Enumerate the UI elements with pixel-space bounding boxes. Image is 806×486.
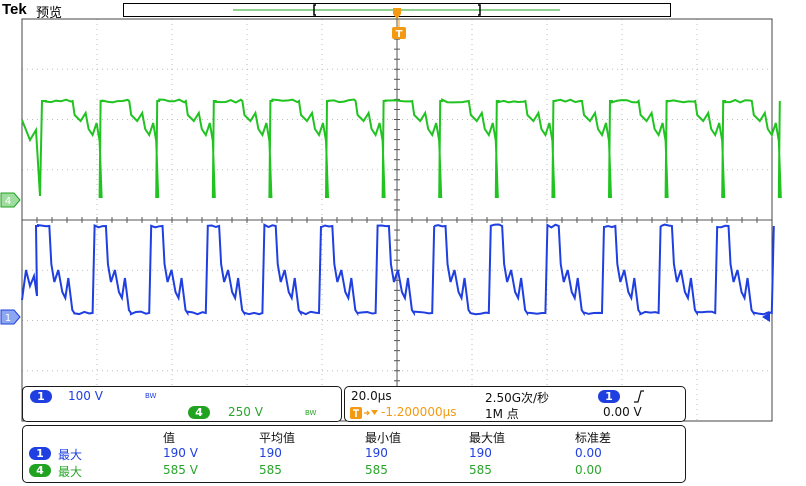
sample-rate: 2.50G次/秒 (485, 389, 549, 406)
meas-row2-value: 585 V (163, 463, 198, 477)
ch4-ground-label: 4 (5, 196, 11, 207)
record-length: 1M 点 (485, 405, 519, 422)
col-header-min: 最小值 (365, 429, 401, 446)
meas-row1-max: 190 (469, 446, 492, 460)
trigger-delay-icon (350, 407, 380, 420)
rising-edge-icon (633, 390, 645, 403)
ch4-waveform (22, 100, 781, 197)
col-header-mean: 平均值 (259, 429, 295, 446)
ch4-ground-marker[interactable]: 4 (1, 193, 20, 207)
ch4-waveform-trace (22, 100, 781, 197)
ch4-bandwidth-limit-icon: BW (305, 409, 316, 417)
meas-row2-channel-badge[interactable]: 4 (29, 464, 51, 477)
col-header-max: 最大值 (469, 429, 505, 446)
ch1-ground-marker[interactable]: 1 (1, 310, 20, 324)
timebase-panel: 20.0μs 2.50G次/秒 1 -1.200000μs 1M 点 0.00 … (344, 386, 686, 422)
meas-row2-mean: 585 (259, 463, 282, 477)
ch1-scale[interactable]: 100 V (68, 389, 103, 403)
ch4-scale[interactable]: 250 V (228, 405, 263, 419)
col-header-stddev: 标准差 (575, 429, 611, 446)
ch1-ground-label: 1 (5, 313, 11, 324)
meas-row2-label[interactable]: 最大 (58, 463, 82, 480)
meas-row2-max: 585 (469, 463, 492, 477)
col-header-value: 值 (163, 429, 175, 446)
trigger-position-marker[interactable]: T (392, 8, 406, 40)
meas-row1-mean: 190 (259, 446, 282, 460)
meas-row2-min: 585 (365, 463, 388, 477)
meas-row1-value: 190 V (163, 446, 198, 460)
meas-row1-stddev: 0.00 (575, 446, 602, 460)
trigger-level[interactable]: 0.00 V (603, 405, 642, 419)
meas-row1-channel-badge[interactable]: 1 (29, 447, 51, 460)
ch4-badge[interactable]: 4 (188, 406, 210, 419)
trigger-marker-label: T (396, 29, 403, 40)
measurement-panel: 值 平均值 最小值 最大值 标准差 1 最大 190 V 190 190 190… (22, 425, 686, 483)
trigger-source-badge[interactable]: 1 (598, 390, 620, 403)
horizontal-scale[interactable]: 20.0μs (351, 389, 392, 403)
meas-row1-label[interactable]: 最大 (58, 446, 82, 463)
channel-settings-panel: 1 100 V BW 4 250 V BW (22, 386, 342, 422)
ch1-badge[interactable]: 1 (30, 390, 52, 403)
meas-row2-stddev: 0.00 (575, 463, 602, 477)
trigger-delay[interactable]: -1.200000μs (381, 405, 456, 419)
ch1-bandwidth-limit-icon: BW (145, 392, 156, 400)
meas-row1-min: 190 (365, 446, 388, 460)
